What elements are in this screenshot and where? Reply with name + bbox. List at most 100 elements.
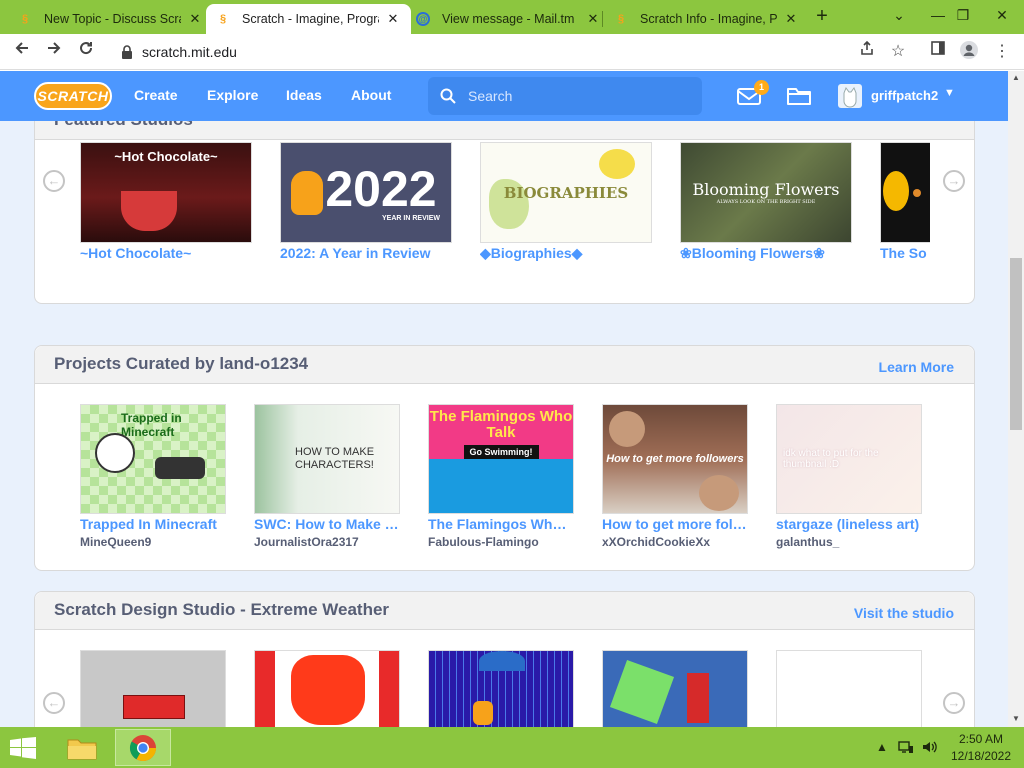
studio-thumbnail: 2022 YEAR IN REVIEW [280,142,452,243]
restore-icon[interactable]: ❐ [941,0,985,30]
tab-mail[interactable]: @ View message - Mail.tm ✕ [406,4,611,34]
new-tab-button[interactable]: + [810,5,834,29]
curated-projects-box: Projects Curated by land-o1234 Learn Mor… [34,345,975,571]
profile-icon[interactable] [957,40,981,64]
bookmark-star-icon[interactable]: ☆ [886,40,910,64]
project-thumbnail [602,650,748,727]
project-author[interactable]: xXOrchidCookieXx [602,535,748,549]
chrome-taskbar-icon[interactable] [115,729,171,766]
studio-name[interactable]: ◆Biographies◆ [480,245,652,262]
project-author[interactable]: JournalistOra2317 [254,535,400,549]
windows-start-icon[interactable] [10,737,36,759]
taskbar-clock[interactable]: 2:50 AM 12/18/2022 [948,731,1014,765]
tab-new-topic[interactable]: § New Topic - Discuss Scratch ✕ [8,4,213,34]
nav-about[interactable]: About [351,87,391,103]
file-explorer-taskbar-icon[interactable] [54,729,110,766]
section-title: Projects Curated by land-o1234 [54,354,309,373]
chevron-down-icon[interactable]: ▼ [944,87,955,99]
side-panel-icon[interactable] [926,40,950,64]
scrollbar-thumb[interactable] [1010,258,1022,430]
nav-create[interactable]: Create [134,87,178,103]
close-tab-icon[interactable]: ✕ [187,11,203,27]
studio-card[interactable]: Blooming Flowers ALWAYS LOOK ON THE BRIG… [680,142,852,262]
project-card[interactable]: The Flamingos Who Talk Go Swimming! The … [428,404,574,549]
close-tab-icon[interactable]: ✕ [783,11,799,27]
project-thumbnail: HOW TO MAKE CHARACTERS! [254,404,400,514]
address-bar[interactable]: scratch.mit.edu [108,38,918,66]
browser-tab-strip: § New Topic - Discuss Scratch ✕ § Scratc… [0,0,1024,34]
project-card[interactable]: idk what to put for the thumbnail :D sta… [776,404,922,549]
close-window-icon[interactable]: ✕ [980,0,1024,30]
scroll-down-arrow-icon[interactable]: ▼ [1008,712,1024,726]
project-author[interactable]: MineQueen9 [80,535,226,549]
project-author[interactable]: galanthus_ [776,535,922,549]
tab-search-chevron-icon[interactable]: ⌄ [877,0,921,30]
thumb-subtext: ALWAYS LOOK ON THE BRIGHT SIDE [716,199,816,205]
project-title[interactable]: How to get more followers [602,516,748,532]
clock-date: 12/18/2022 [950,749,1012,763]
thumb-text: ~Hot Chocolate~ [114,149,218,164]
menu-kebab-icon[interactable]: ⋮ [990,40,1014,64]
project-card[interactable] [254,650,400,727]
project-title[interactable]: Trapped In Minecraft [80,516,226,532]
tray-expand-icon[interactable]: ▲ [876,740,888,754]
search-input[interactable] [468,88,688,104]
page-content: Featured Studios ← → ~Hot Chocolate~ ~Ho… [0,121,1008,727]
bear-face-shape [609,411,645,447]
studio-name[interactable]: 2022: A Year in Review [280,245,452,261]
studio-thumbnail [880,142,930,243]
carousel-right-arrow-icon[interactable]: → [943,170,965,192]
project-card[interactable] [602,650,748,727]
studio-name[interactable]: The So [880,245,930,261]
close-tab-icon[interactable]: ✕ [385,11,401,27]
username-label[interactable]: griffpatch2 [871,88,938,103]
project-card[interactable] [80,650,226,727]
project-card[interactable]: HOW TO MAKE CHARACTERS! SWC: How to Make… [254,404,400,549]
search-box[interactable] [428,77,702,115]
studio-card[interactable]: The So [880,142,930,261]
project-title[interactable]: The Flamingos Who Talk [428,516,574,532]
carousel-left-arrow-icon[interactable]: ← [43,692,65,714]
scratch-favicon-icon: § [617,13,625,25]
featured-studios-header: Featured Studios [35,121,974,140]
tab-scratch-home[interactable]: § Scratch - Imagine, Program, Share ✕ [206,4,411,34]
reload-icon[interactable] [74,40,98,64]
scroll-up-arrow-icon[interactable]: ▲ [1008,71,1024,85]
character-head-shape [95,433,135,473]
project-card[interactable] [776,650,922,727]
project-title[interactable]: SWC: How to Make Characters [254,516,400,532]
project-card[interactable]: How to get more followers How to get mor… [602,404,748,549]
tab-title: New Topic - Discuss Scratch [44,12,181,26]
carousel-right-arrow-icon[interactable]: → [943,692,965,714]
scratch-logo[interactable]: SCRATCH [34,82,112,110]
volume-icon[interactable] [922,740,938,757]
close-tab-icon[interactable]: ✕ [585,11,601,27]
project-card[interactable] [428,650,574,727]
learn-more-link[interactable]: Learn More [879,359,954,375]
project-title[interactable]: stargaze (lineless art) [776,516,922,532]
project-author[interactable]: Fabulous-Flamingo [428,535,574,549]
carousel-left-arrow-icon[interactable]: ← [43,170,65,192]
visit-studio-link[interactable]: Visit the studio [854,605,954,621]
studio-card[interactable]: 2022 YEAR IN REVIEW 2022: A Year in Revi… [280,142,452,261]
studio-name[interactable]: ~Hot Chocolate~ [80,245,252,261]
studio-thumbnail: ~Hot Chocolate~ [80,142,252,243]
studio-name[interactable]: ❀Blooming Flowers❀ [680,245,852,262]
project-thumbnail [428,650,574,727]
nav-ideas[interactable]: Ideas [286,87,322,103]
featured-studios-box: Featured Studios ← → ~Hot Chocolate~ ~Ho… [34,121,975,304]
share-icon[interactable] [855,40,879,64]
tab-scratch-info[interactable]: § Scratch Info - Imagine, Program, Share… [604,4,809,34]
project-thumbnail [776,650,922,727]
back-icon[interactable] [10,40,34,64]
tab-title: Scratch Info - Imagine, Program, Share [640,12,777,26]
studio-card[interactable]: BIOGRAPHIES ◆Biographies◆ [480,142,652,262]
section-title: Scratch Design Studio - Extreme Weather [54,600,390,619]
forward-icon[interactable] [42,40,66,64]
studio-card[interactable]: ~Hot Chocolate~ ~Hot Chocolate~ [80,142,252,261]
my-stuff-folder-icon[interactable] [786,85,812,107]
project-card[interactable]: Trapped in Minecraft Trapped In Minecraf… [80,404,226,549]
avatar[interactable] [838,84,862,108]
network-icon[interactable] [898,740,914,757]
nav-explore[interactable]: Explore [207,87,258,103]
